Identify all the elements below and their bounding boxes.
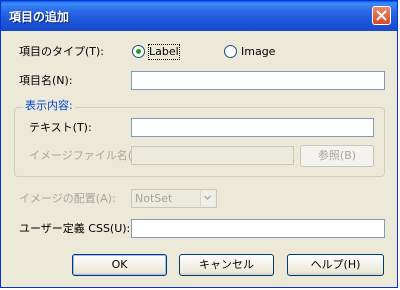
add-item-dialog: 項目の追加 項目のタイプ(T): Label Image 項目名(N): 表示内… bbox=[0, 0, 398, 288]
cancel-button[interactable]: キャンセル bbox=[179, 254, 274, 276]
radio-image-type-text[interactable]: Image bbox=[241, 45, 275, 59]
user-css-label: ユーザー定義 CSS(U): bbox=[19, 222, 131, 235]
image-file-input[interactable] bbox=[131, 146, 294, 165]
display-content-legend: 表示内容: bbox=[23, 99, 75, 113]
item-name-label: 項目名(N): bbox=[19, 74, 73, 87]
item-name-input[interactable] bbox=[131, 71, 385, 90]
image-placement-select[interactable]: NotSet bbox=[131, 189, 217, 208]
close-button[interactable] bbox=[372, 6, 391, 25]
image-placement-label: イメージの配置(A): bbox=[19, 192, 116, 205]
dialog-title: 項目の追加 bbox=[9, 10, 70, 24]
image-file-label: イメージファイル名(I): bbox=[29, 149, 144, 162]
text-input[interactable] bbox=[131, 118, 374, 137]
image-placement-value: NotSet bbox=[135, 192, 173, 205]
title-bar[interactable]: 項目の追加 bbox=[1, 1, 397, 31]
close-icon bbox=[376, 10, 387, 21]
item-type-label: 項目のタイプ(T): bbox=[19, 45, 105, 58]
text-label: テキスト(T): bbox=[29, 121, 92, 134]
user-css-input[interactable] bbox=[131, 219, 385, 238]
chevron-down-icon[interactable] bbox=[200, 191, 215, 206]
ok-button[interactable]: OK bbox=[72, 254, 167, 276]
browse-button[interactable]: 参照(B) bbox=[300, 145, 374, 167]
radio-image-type[interactable] bbox=[224, 45, 237, 58]
radio-selected-dot bbox=[136, 49, 141, 54]
help-button[interactable]: ヘルプ(H) bbox=[287, 254, 384, 276]
radio-label-type[interactable] bbox=[132, 45, 145, 58]
radio-label-type-text[interactable]: Label bbox=[148, 44, 180, 60]
